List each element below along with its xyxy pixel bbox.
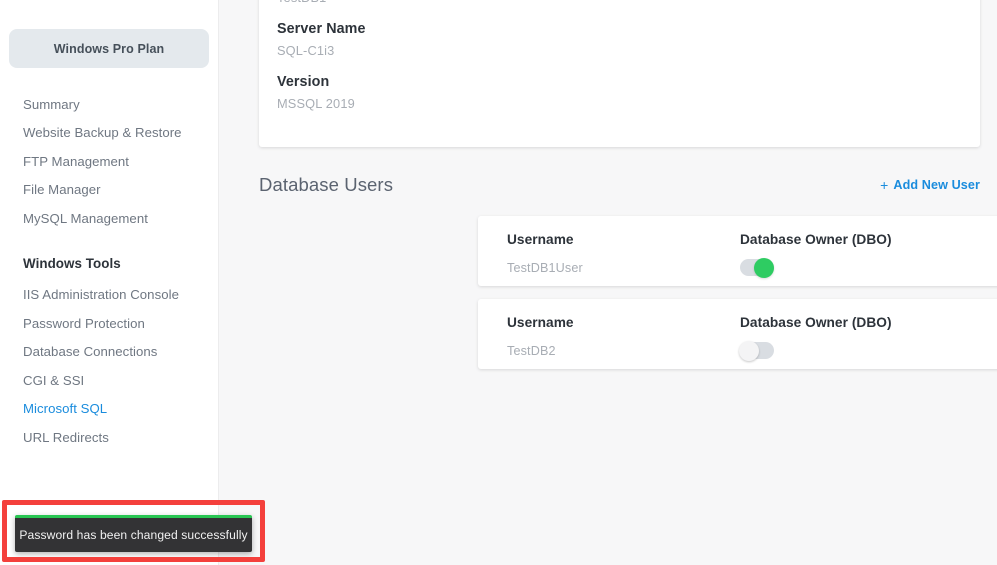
dbo-toggle[interactable] [740, 257, 774, 278]
sidebar-item-summary[interactable]: Summary [0, 90, 218, 119]
dbo-toggle[interactable] [739, 340, 774, 361]
sidebar-item-website-backup-restore[interactable]: Website Backup & Restore [0, 119, 218, 148]
username-cell: Username TestDB2 [478, 314, 740, 359]
info-field-database-name: DataBase Name TestDB1 [277, 0, 980, 7]
username-cell: Username TestDB1User [478, 231, 740, 276]
database-users-header: Database Users + Add New User [259, 174, 980, 196]
sidebar-heading-label: Windows Tools [23, 256, 121, 271]
info-field-label: Version [277, 74, 330, 90]
sidebar-item-file-manager[interactable]: File Manager [0, 176, 218, 205]
info-field-version: Version MSSQL 2019 [277, 72, 980, 113]
sidebar-item-label: Microsoft SQL [23, 401, 108, 417]
sidebar-tools-nav: IIS Administration Console Password Prot… [0, 281, 218, 452]
username-column-header: Username [507, 232, 574, 247]
sidebar-item-label: Database Connections [23, 344, 158, 360]
sidebar-item-url-redirects[interactable]: URL Redirects [0, 423, 218, 452]
page-title: Database Users [259, 174, 394, 195]
toggle-knob [739, 340, 759, 361]
username-value: TestDB2 [507, 344, 556, 358]
main-content: DataBase Name TestDB1 Server Name SQL-C1… [219, 0, 997, 565]
info-field-server-name: Server Name SQL-C1i3 [277, 19, 980, 60]
sidebar-item-label: FTP Management [23, 153, 130, 169]
add-new-user-label: Add New User [893, 178, 980, 192]
dbo-column-header: Database Owner (DBO) [740, 315, 892, 330]
toast-notification: Password has been changed successfully [15, 515, 252, 552]
dbo-column-header: Database Owner (DBO) [740, 232, 892, 247]
toast-message: Password has been changed successfully [19, 528, 248, 542]
sidebar: Windows Pro Plan Summary Website Backup … [0, 0, 219, 565]
table-row: Username TestDB1User Database Owner (DBO… [478, 216, 997, 286]
sidebar-item-cgi-ssi[interactable]: CGI & SSI [0, 366, 218, 395]
sidebar-item-iis-administration-console[interactable]: IIS Administration Console [0, 281, 218, 310]
info-field-value: TestDB1 [277, 0, 980, 7]
sidebar-item-label: Summary [23, 96, 80, 112]
sidebar-item-label: File Manager [23, 182, 101, 198]
sidebar-heading-windows-tools: Windows Tools [0, 251, 218, 277]
info-field-value: MSSQL 2019 [277, 96, 355, 111]
sidebar-item-label: IIS Administration Console [23, 287, 179, 303]
sidebar-item-label: Password Protection [23, 315, 145, 331]
sidebar-item-ftp-management[interactable]: FTP Management [0, 147, 218, 176]
info-field-value: SQL-C1i3 [277, 43, 335, 58]
username-column-header: Username [507, 315, 574, 330]
sidebar-item-label: URL Redirects [23, 429, 109, 445]
sidebar-item-password-protection[interactable]: Password Protection [0, 309, 218, 338]
database-info-card: DataBase Name TestDB1 Server Name SQL-C1… [259, 0, 980, 147]
add-new-user-button[interactable]: + Add New User [880, 176, 980, 193]
dbo-cell: Database Owner (DBO) [739, 314, 997, 361]
sidebar-item-label: CGI & SSI [23, 372, 85, 388]
plus-icon: + [880, 176, 889, 193]
sidebar-main-nav: Summary Website Backup & Restore FTP Man… [0, 90, 218, 233]
plan-button[interactable]: Windows Pro Plan [9, 29, 209, 68]
dbo-cell: Database Owner (DBO) [740, 231, 997, 278]
sidebar-item-microsoft-sql[interactable]: Microsoft SQL [0, 395, 218, 424]
page-root: Windows Pro Plan Summary Website Backup … [0, 0, 997, 565]
username-value: TestDB1User [507, 261, 583, 275]
toggle-knob [754, 257, 774, 278]
sidebar-item-label: MySQL Management [23, 210, 148, 226]
table-row: Username TestDB2 Database Owner (DBO) MS… [478, 299, 997, 369]
sidebar-item-mysql-management[interactable]: MySQL Management [0, 204, 218, 233]
sidebar-item-label: Website Backup & Restore [23, 125, 182, 141]
info-field-label: Server Name [277, 21, 366, 37]
sidebar-item-database-connections[interactable]: Database Connections [0, 338, 218, 367]
